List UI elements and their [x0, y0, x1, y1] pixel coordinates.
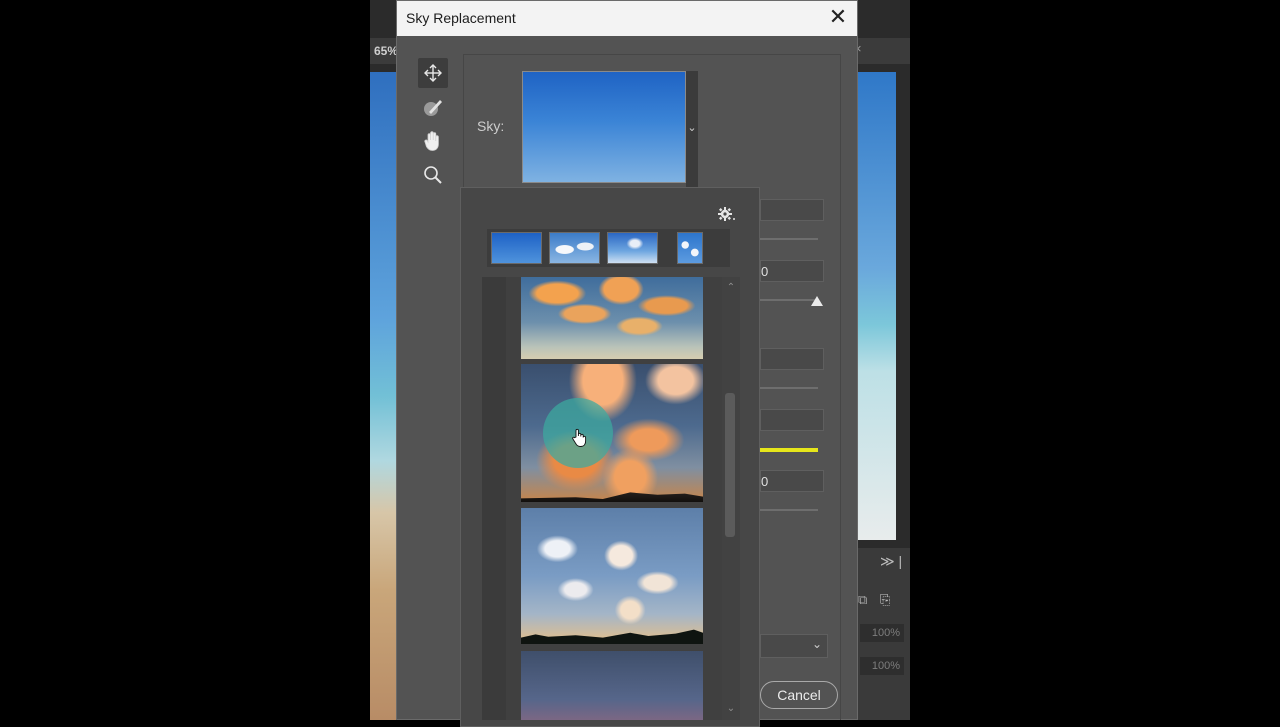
close-icon[interactable]: ✕	[828, 5, 848, 29]
chevron-down-icon[interactable]: ⌄	[686, 121, 698, 134]
scrollbar-thumb[interactable]	[725, 393, 735, 537]
recent-sky-thumb[interactable]	[549, 232, 600, 264]
sky-brush-icon	[424, 100, 442, 116]
magnifier-icon	[424, 166, 442, 184]
recent-sky-thumb[interactable]	[491, 232, 542, 264]
fade-edge-field[interactable]: 0	[760, 260, 824, 282]
brightness-slider[interactable]	[760, 387, 818, 389]
brightness-field[interactable]	[760, 348, 824, 370]
sky-label: Sky:	[477, 118, 505, 134]
sky-list-item[interactable]	[521, 508, 703, 644]
hand-icon	[424, 131, 439, 151]
hand-pointer-icon	[572, 428, 587, 447]
temperature-color-bar	[760, 448, 818, 452]
hand-tool-button[interactable]	[418, 126, 448, 156]
scale-slider[interactable]	[760, 509, 818, 511]
chevron-down-icon[interactable]: ⌄	[812, 637, 822, 651]
shift-edge-field[interactable]	[760, 199, 824, 221]
zoom-level: 65%	[374, 44, 399, 58]
fade-edge-slider[interactable]	[760, 299, 818, 301]
panel-expand-icon[interactable]: ≫ |	[880, 553, 902, 570]
sky-list-gutter	[482, 277, 506, 720]
temperature-field[interactable]	[760, 409, 824, 431]
layer-lock-icon[interactable]: ⎘	[880, 592, 890, 608]
slider-thumb[interactable]	[811, 296, 823, 306]
zoom-tool-button[interactable]	[418, 160, 448, 190]
sky-preview-thumbnail[interactable]	[522, 71, 686, 183]
shift-edge-slider[interactable]	[760, 238, 818, 240]
dialog-title: Sky Replacement	[406, 10, 516, 26]
layer-link-icon[interactable]: ⧉	[858, 592, 867, 608]
sky-brush-tool-button[interactable]	[418, 92, 448, 122]
opacity-field[interactable]: 100%	[860, 624, 904, 642]
move-icon	[424, 64, 442, 82]
scale-field[interactable]: 0	[760, 470, 824, 492]
fill-field[interactable]: 100%	[860, 657, 904, 675]
scroll-down-icon[interactable]: ⌄	[724, 703, 738, 714]
sky-list-item[interactable]	[521, 277, 703, 359]
sky-list-item[interactable]	[521, 651, 703, 720]
gear-icon[interactable]	[716, 205, 736, 225]
recent-sky-thumb[interactable]	[677, 232, 703, 264]
scroll-up-icon[interactable]: ⌃	[724, 282, 738, 293]
cancel-button[interactable]: Cancel	[760, 681, 838, 709]
recent-sky-thumb[interactable]	[607, 232, 658, 264]
move-tool-button[interactable]	[418, 58, 448, 88]
canvas-image-right	[858, 72, 896, 540]
